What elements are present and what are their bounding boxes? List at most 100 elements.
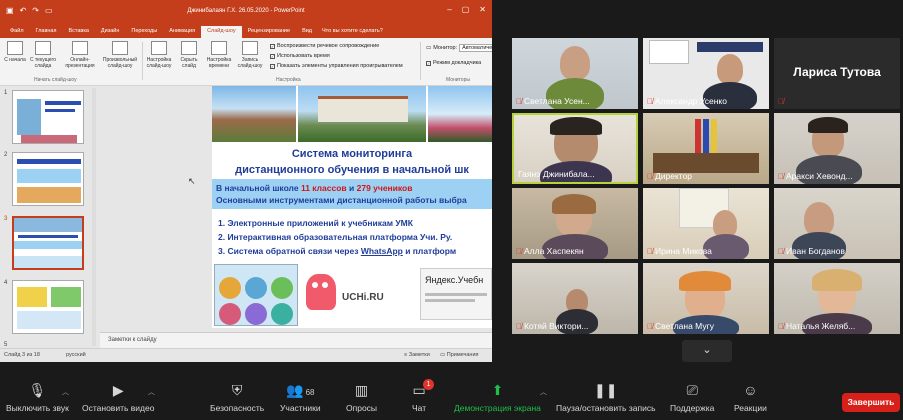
thumb-photo-strip [21,135,77,143]
window-controls: – ▢ ✕ [447,5,486,14]
audio-options-caret[interactable]: ︿ [62,387,69,397]
participant-tile[interactable]: 🎙̸ Директор [643,113,769,184]
custom-slideshow-button[interactable]: Произвольный слайд-шоу [100,41,140,69]
participant-tile[interactable]: 🎙̸ Алла Хаспекян [512,188,638,259]
thumb-title-line [45,109,75,112]
thumb-image [17,187,81,203]
pause-icon: ❚❚ [594,382,618,398]
participant-tile-active-speaker[interactable]: Гаянэ Джинибала... [512,113,638,184]
participant-name: 🎙̸ Светлана Усен... [516,96,590,106]
timings-checkbox[interactable]: ✓ Использовать время [270,53,330,59]
narration-checkbox[interactable]: ✓ Воспроизвести речевое сопровождение [270,43,379,49]
slide-notes-pane[interactable]: Заметки к слайду [100,332,492,348]
participant-tile[interactable]: 🎙̸ Аракси Хевонд... [774,113,900,184]
participant-tile-no-video[interactable]: Лариса Тутова 🎙̸ [774,38,900,109]
participant-tile[interactable]: 🎙̸ Александр Усенко [643,38,769,109]
maximize-icon[interactable]: ▢ [462,5,470,14]
participant-tile[interactable]: 🎙̸ Светлана Мугу [643,263,769,334]
muted-mic-icon: 🎙̸ [778,97,784,106]
slide-thumbnail-2[interactable] [12,152,84,206]
group-label-start: Начать слайд-шоу [34,77,77,83]
participant-tile[interactable]: 🎙̸ Котяй Виктори... [512,263,638,334]
security-button[interactable]: ⛨ Безопасность [210,382,264,413]
ribbon-tab[interactable]: Дизайн [95,26,126,38]
ribbon-tab[interactable]: Файл [4,26,30,38]
reactions-button[interactable]: ☺ Реакции [734,382,767,413]
pause-stop-recording-button[interactable]: ❚❚ Пауза/остановить запись [556,382,656,413]
participants-count: 68 [305,388,315,397]
setup-icon [151,41,167,55]
participants-button[interactable]: 👥 68 Участники [280,382,321,413]
group-label-setup: Настройка [276,77,301,83]
monitor-icon: ▭ [426,45,432,51]
slide-highlight-band: В начальной школе 11 классов и 279 учени… [212,179,492,209]
stop-video-button[interactable]: ▶ Остановить видео [82,382,154,413]
share-options-caret[interactable]: ︿ [540,387,547,397]
hide-slide-button[interactable]: Скрыть слайд [176,41,202,69]
from-current-button[interactable]: С текущего слайда [28,41,58,69]
online-presentation-button[interactable]: Онлайн-презентация [62,41,98,69]
participant-name: 🎙̸ Александр Усенко [647,96,727,106]
mute-button[interactable]: 🎙 Выключить звук [6,382,69,413]
participant-name: 🎙̸ Иван Богданов [778,246,845,256]
participant-hair [812,269,862,291]
slide-photo-left [212,86,296,142]
slide-thumbnail-4[interactable] [12,280,84,334]
ribbon-tab[interactable]: Переходы [125,26,163,38]
participants-icon: 👥 68 [286,382,315,398]
ribbon-tab[interactable]: Вид [296,26,318,38]
setup-slideshow-button[interactable]: Настройка слайд-шоу [144,41,174,69]
from-start-button[interactable]: С начала [4,41,26,63]
participant-tile[interactable]: 🎙̸ Наталья Желяб... [774,263,900,334]
muted-mic-icon: 🎙̸ [647,246,653,256]
participant-tile[interactable]: 🎙̸ Светлана Усен... [512,38,638,109]
ribbon-tab[interactable]: Рецензирование [242,26,296,38]
gallery-next-page-button[interactable]: ⌄ [682,340,732,362]
status-comments-button[interactable]: ▭ Примечания [440,352,479,358]
thumb-photo [14,218,82,232]
end-meeting-button[interactable]: Завершить [842,393,900,412]
timer-icon [211,41,227,55]
presenter-view-checkbox[interactable]: ✓ Режим докладчика [426,60,481,66]
shield-icon: ⛨ [231,382,243,398]
slide-bottom-images: UCHi.RU Яндекс.Учебн [212,262,492,328]
slide-thumbnail-3-selected[interactable] [12,216,84,270]
ribbon-tab[interactable]: Анимация [163,26,201,38]
muted-mic-icon: 🎙̸ [516,96,522,106]
slide-thumbnail-pane: 1 2 3 4 5 [0,86,100,350]
microphone-icon: 🎙 [28,382,47,398]
rehearse-timings-button[interactable]: Настройка времени [204,41,234,69]
thumb-title-line [45,101,81,105]
close-icon[interactable]: ✕ [479,5,486,14]
wall-poster [649,40,689,64]
ribbon-tab[interactable]: Вставка [62,26,94,38]
media-controls-checkbox[interactable]: ✓ Показать элементы управления проигрыват… [270,63,403,69]
slide-thumbnail-1[interactable] [12,90,84,144]
participant-face [560,46,590,80]
participant-tile[interactable]: 🎙̸ Иван Богданов [774,188,900,259]
minimize-icon[interactable]: – [447,5,451,14]
support-button[interactable]: ⎚ Поддержка [670,382,714,413]
share-screen-button[interactable]: ⬆ Демонстрация экрана [454,382,541,413]
participant-name: Гаянэ Джинибала... [518,169,595,179]
participant-name: 🎙̸ Ирина Микова [647,246,712,256]
status-notes-button[interactable]: ≡ Заметки [404,352,430,358]
muted-mic-icon: 🎙̸ [778,246,784,256]
tell-me-search[interactable]: Что вы хотите сделать? [318,26,387,38]
participant-hair [550,117,602,135]
ribbon-tab[interactable]: Главная [30,26,63,38]
smiley-icon: ☺ [743,382,758,398]
video-options-caret[interactable]: ︿ [148,387,155,397]
chat-button[interactable]: ▭ 1 Чат [412,379,435,413]
ribbon-tab[interactable]: Слайд-шоу [201,26,242,38]
thumbnail-scrollbar[interactable] [92,88,96,346]
polls-button[interactable]: ▥ Опросы [346,382,377,413]
slide-number: 2 [4,152,8,158]
participant-tile[interactable]: 🎙̸ Ирина Микова [643,188,769,259]
uchi-logo-text: UCHi.RU [342,292,384,303]
record-slideshow-button[interactable]: Запись слайд-шоу [236,41,264,69]
thumb-title-line [17,159,81,164]
meeting-controls-toolbar: 🎙 Выключить звук ︿ ▶ Остановить видео ︿ ⛨ Б… [0,376,903,420]
monitor-select[interactable]: ▭Монитор:Автоматически [426,44,492,52]
slide-number: 4 [4,280,8,286]
